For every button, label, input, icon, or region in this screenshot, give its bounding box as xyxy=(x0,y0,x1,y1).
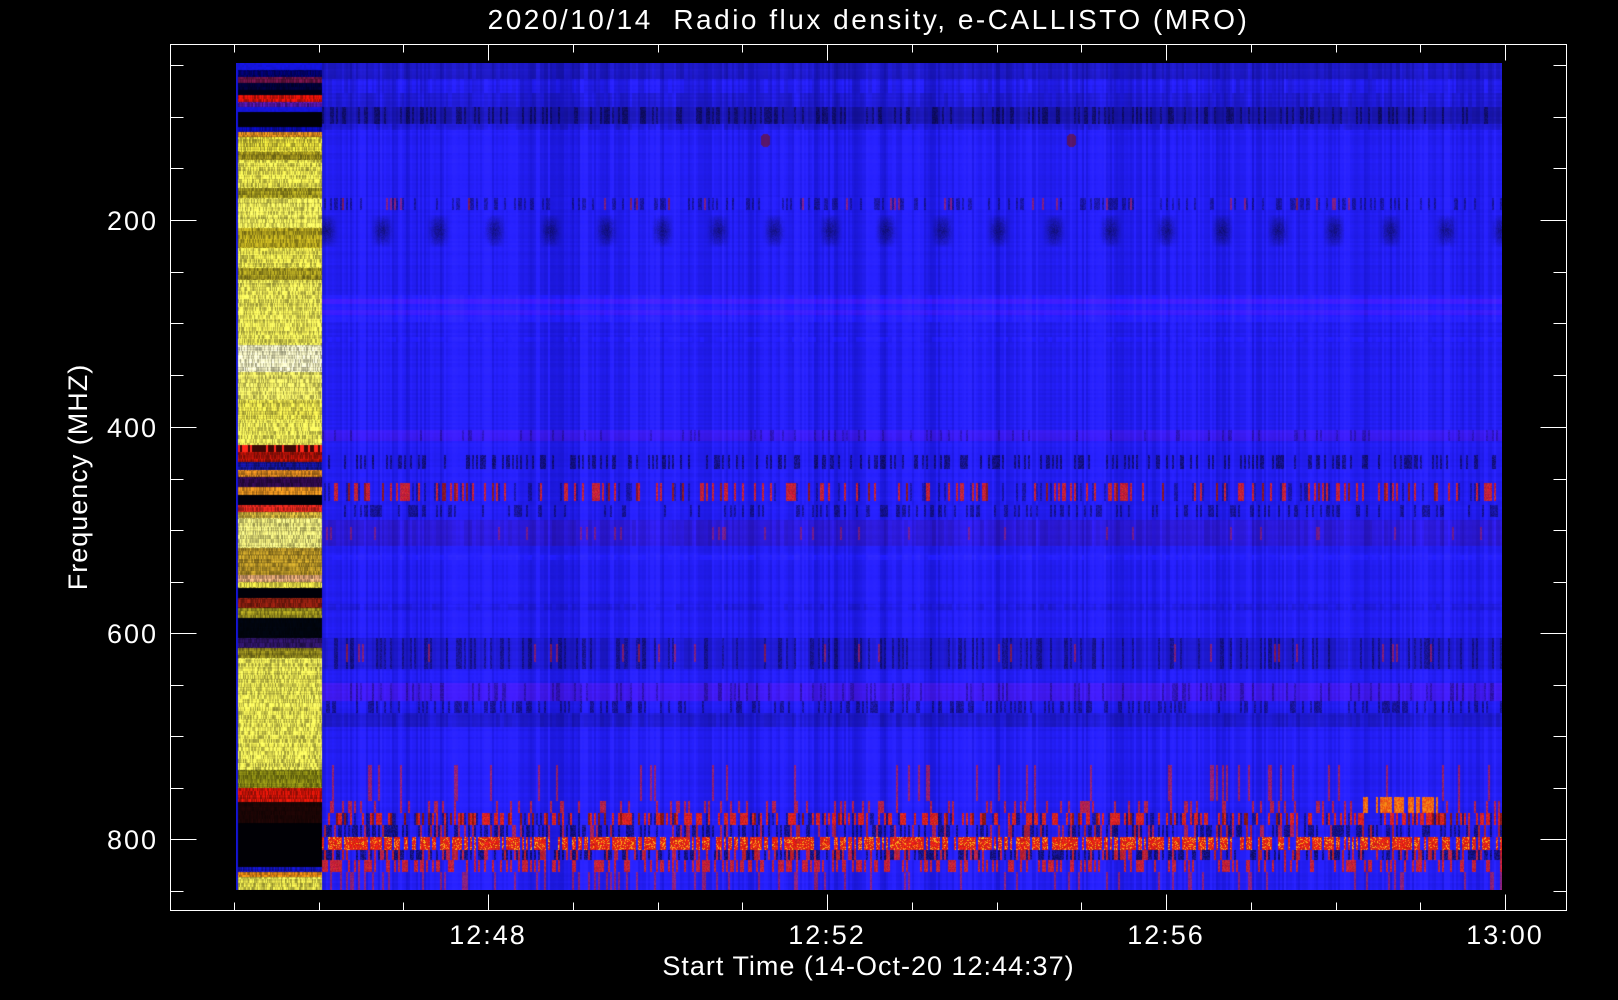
x-tick-label-1300: 13:00 xyxy=(1466,920,1544,950)
y-tick-label-800: 800 xyxy=(106,825,158,855)
spectrogram-figure: 2020/10/14 Radio flux density, e-CALLIST… xyxy=(0,0,1618,1000)
x-tick-label-1248: 12:48 xyxy=(449,920,527,950)
x-tick-label-1256: 12:56 xyxy=(1127,920,1205,950)
spectrogram-canvas xyxy=(236,63,1502,890)
y-tick-label-200: 200 xyxy=(106,206,158,236)
x-tick-label-1252: 12:52 xyxy=(788,920,866,950)
x-axis-title: Start Time (14-Oct-20 12:44:37) xyxy=(662,951,1075,981)
y-axis-title: Frequency (MHZ) xyxy=(63,363,93,591)
